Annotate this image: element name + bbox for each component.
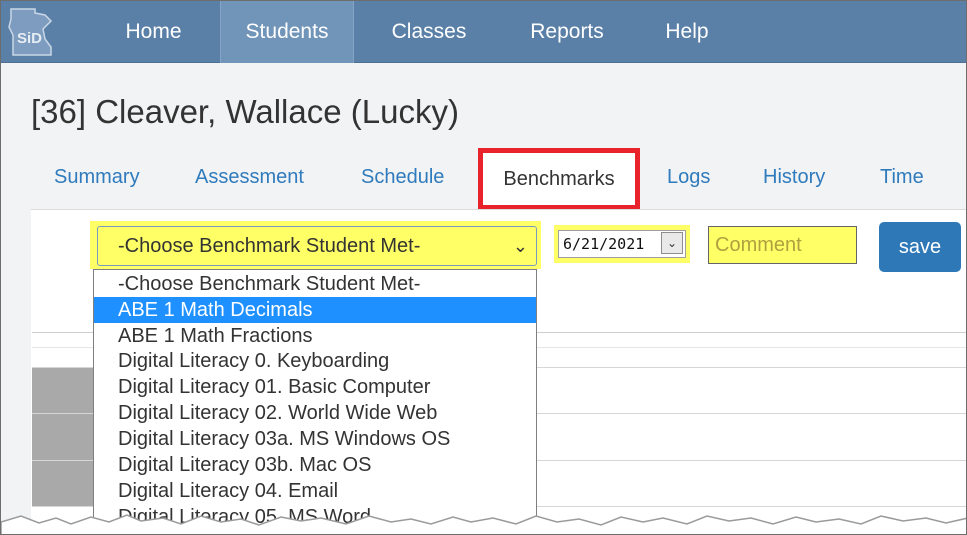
- dropdown-option[interactable]: Digital Literacy 03b. Mac OS: [94, 452, 536, 478]
- nav-home[interactable]: Home: [101, 1, 206, 63]
- tab-summary[interactable]: Summary: [54, 166, 140, 189]
- minnesota-sid-logo-icon[interactable]: SiD: [5, 5, 57, 57]
- dropdown-option[interactable]: ABE 1 Math Fractions: [94, 323, 536, 349]
- nav-students[interactable]: Students: [220, 1, 354, 63]
- page-title: [36] Cleaver, Wallace (Lucky): [31, 93, 459, 130]
- dropdown-option[interactable]: Digital Literacy 01. Basic Computer: [94, 374, 536, 400]
- svg-text:SiD: SiD: [17, 30, 42, 47]
- top-navbar: SiD Home Students Classes Reports Help: [1, 1, 966, 63]
- dropdown-option[interactable]: Digital Literacy 0. Keyboarding: [94, 348, 536, 374]
- tab-assessment[interactable]: Assessment: [195, 166, 304, 189]
- nav-classes[interactable]: Classes: [371, 1, 487, 63]
- table-header-cell: [32, 461, 94, 506]
- tab-logs[interactable]: Logs: [667, 166, 710, 189]
- date-picker-chevron-icon[interactable]: ⌄: [661, 232, 683, 254]
- dropdown-option[interactable]: -Choose Benchmark Student Met-: [94, 271, 536, 297]
- nav-reports[interactable]: Reports: [511, 1, 623, 63]
- torn-edge-decoration: [1, 514, 966, 534]
- chevron-down-icon: ⌄: [512, 236, 528, 256]
- tab-time[interactable]: Time: [880, 166, 924, 189]
- tab-benchmarks[interactable]: Benchmarks: [478, 148, 640, 210]
- app-window: SiD Home Students Classes Reports Help […: [0, 0, 967, 535]
- dropdown-option[interactable]: Digital Literacy 03a. MS Windows OS: [94, 426, 536, 452]
- dropdown-option[interactable]: Digital Literacy 02. World Wide Web: [94, 400, 536, 426]
- table-header-cell: [32, 368, 94, 413]
- table-header-cell: [32, 414, 94, 460]
- benchmark-dropdown-list[interactable]: -Choose Benchmark Student Met- ABE 1 Mat…: [93, 269, 537, 534]
- benchmark-select[interactable]: -Choose Benchmark Student Met- ⌄: [97, 226, 537, 266]
- save-button[interactable]: save: [879, 222, 961, 272]
- tab-schedule[interactable]: Schedule: [361, 166, 444, 189]
- nav-help[interactable]: Help: [651, 1, 723, 63]
- comment-field[interactable]: Comment: [708, 226, 857, 264]
- dropdown-option-selected[interactable]: ABE 1 Math Decimals: [94, 297, 536, 323]
- dropdown-option[interactable]: Digital Literacy 04. Email: [94, 478, 536, 504]
- tab-history[interactable]: History: [763, 166, 825, 189]
- benchmark-select-value: -Choose Benchmark Student Met-: [118, 235, 421, 257]
